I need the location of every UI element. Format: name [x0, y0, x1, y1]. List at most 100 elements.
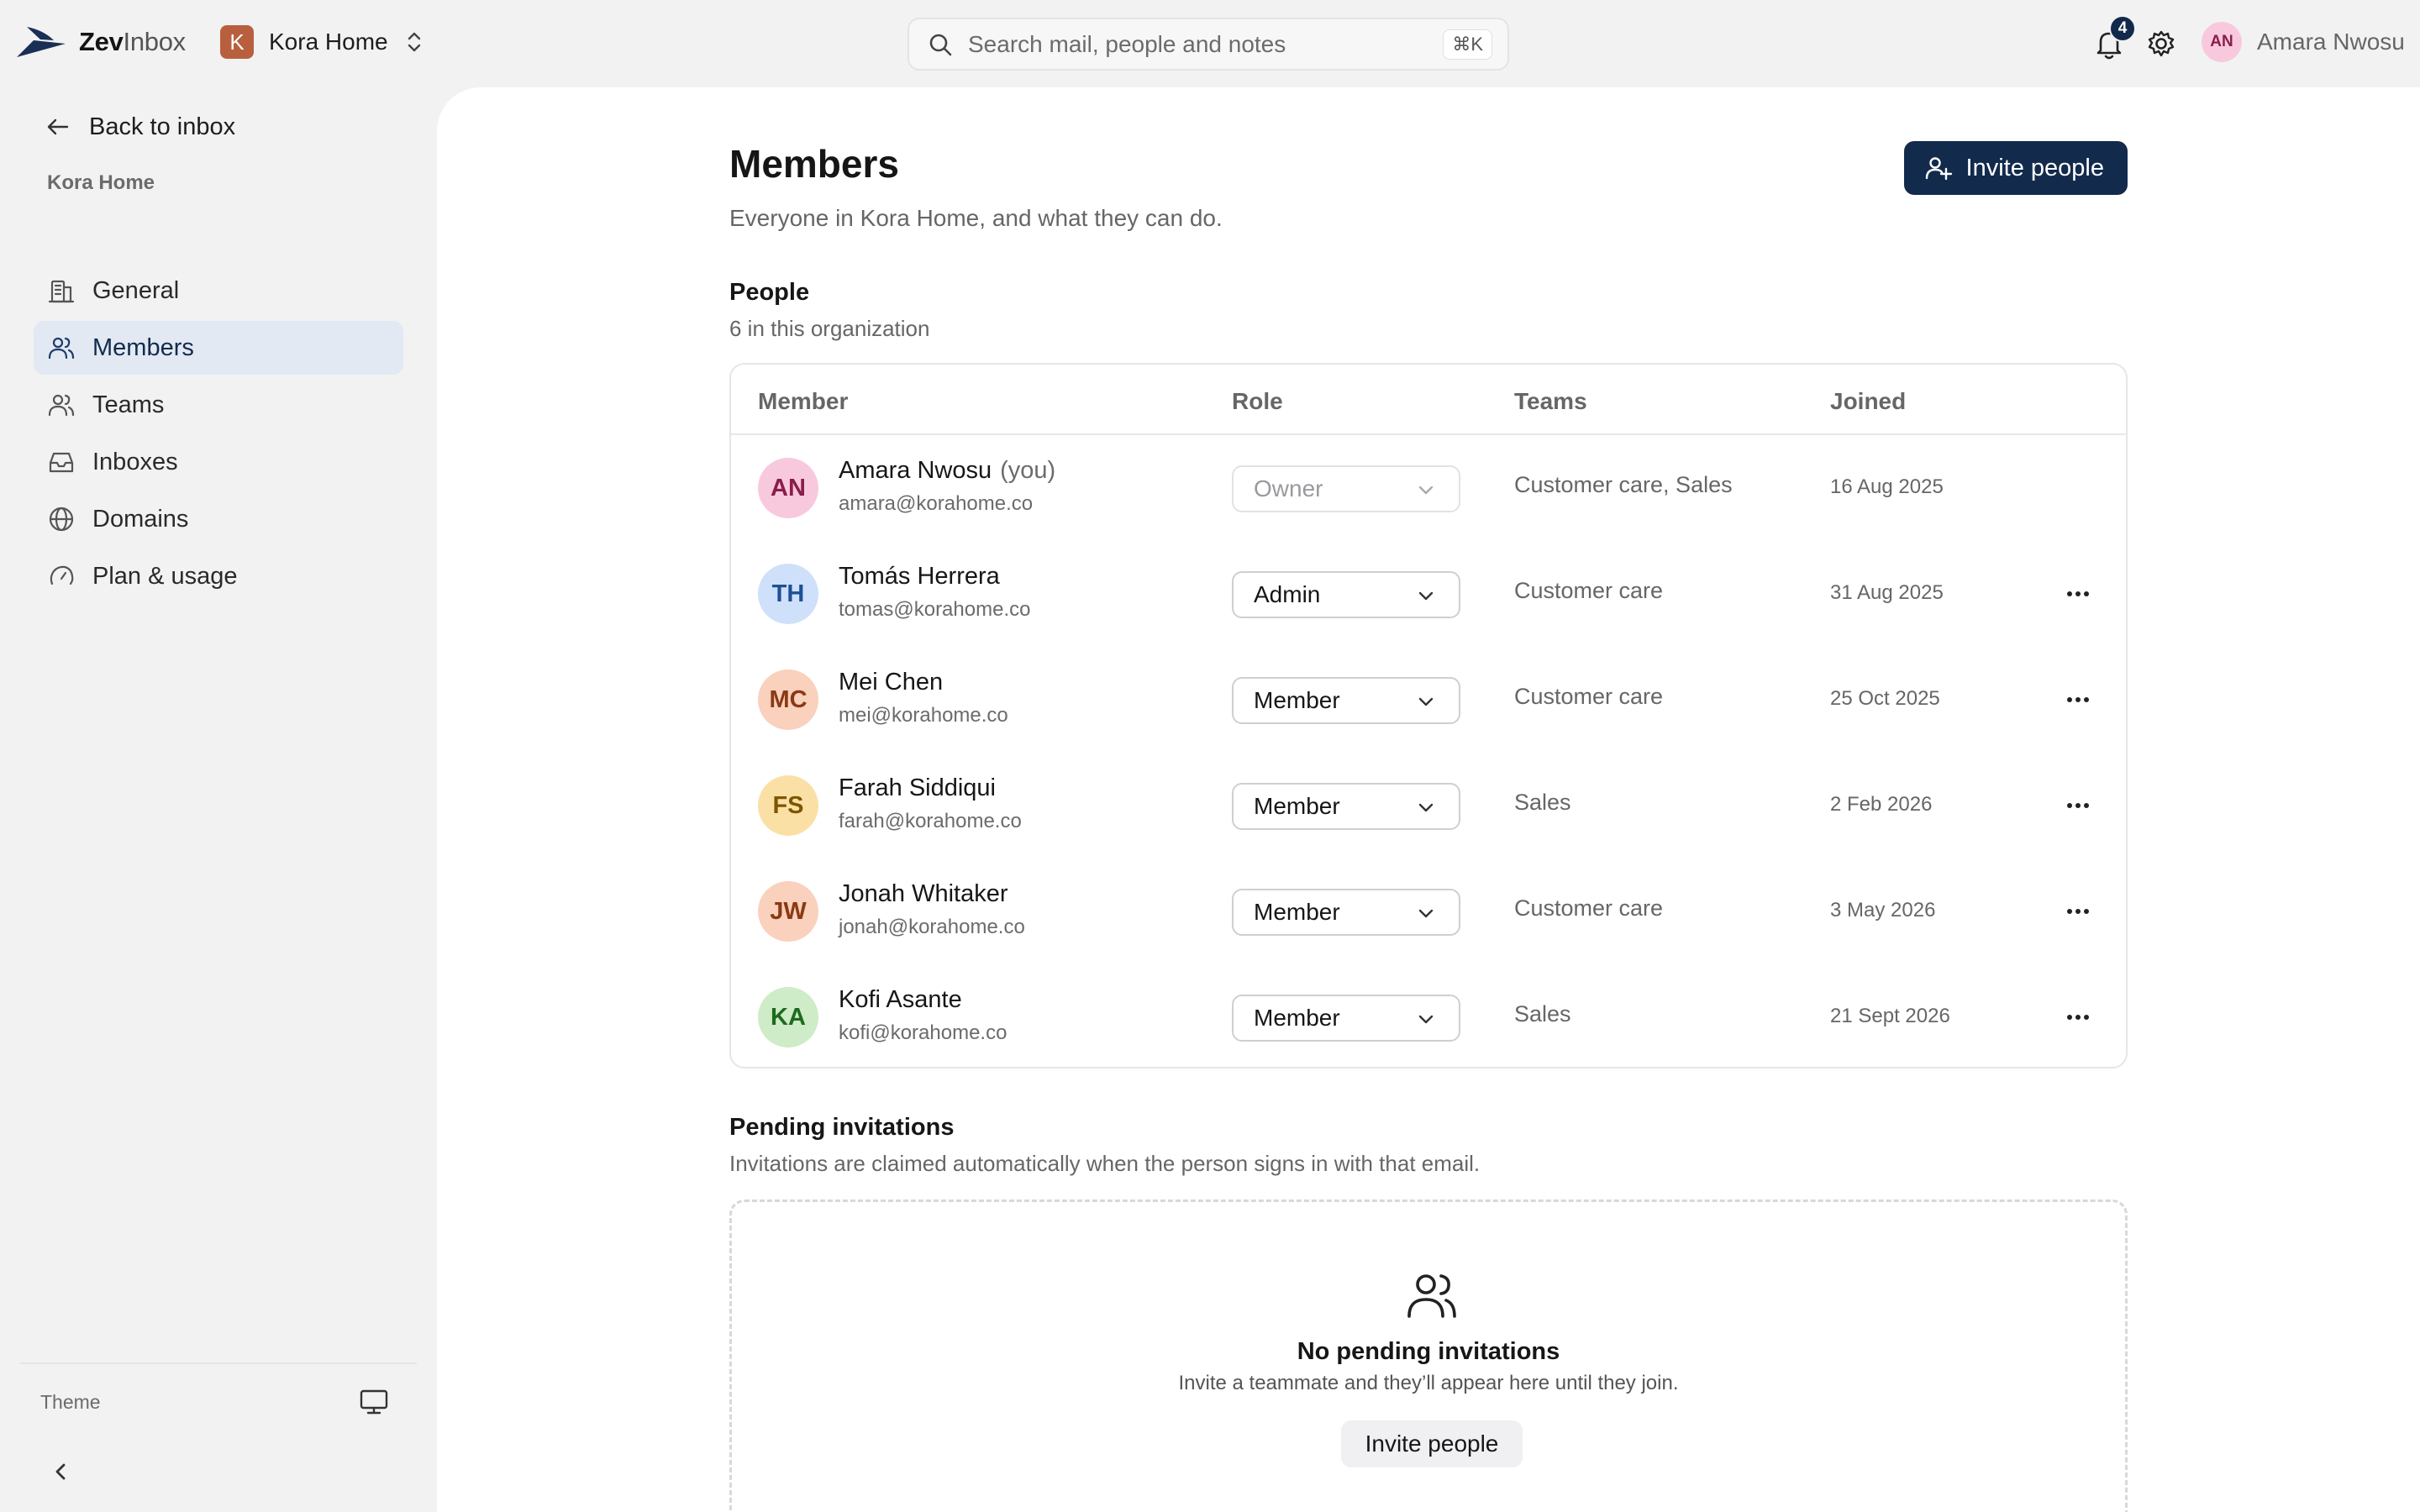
chevron-down-icon	[1418, 909, 1434, 918]
page-subtitle: Everyone in Kora Home, and what they can…	[729, 205, 1223, 231]
brand-name: ZevInbox	[79, 27, 186, 56]
column-header-teams: Teams	[1514, 388, 1587, 414]
role-value: Admin	[1254, 581, 1321, 607]
user-plus-icon	[1925, 157, 1952, 181]
table-row: FS Farah Siddiqui farah@korahome.co Memb…	[731, 753, 2126, 858]
chevron-left-icon[interactable]	[49, 1457, 72, 1487]
member-joined: 16 Aug 2025	[1830, 475, 1944, 498]
search-bar[interactable]: Search mail, people and notes ⌘K	[908, 18, 1509, 71]
member-name: Farah Siddiqui	[839, 774, 996, 801]
chevron-down-icon	[1418, 697, 1434, 706]
member-name: Jonah Whitaker	[839, 880, 1008, 907]
member-email: farah@korahome.co	[839, 810, 1022, 832]
pending-section-subtitle: Invitations are claimed automatically wh…	[729, 1151, 1481, 1176]
more-options-icon[interactable]	[2064, 899, 2092, 924]
gauge-icon	[50, 565, 74, 585]
member-teams: Customer care	[1514, 684, 1664, 709]
sidebar-item-members[interactable]: Members	[34, 321, 403, 375]
member-name: Kofi Asante	[839, 986, 962, 1013]
user-menu[interactable]: AN Amara Nwosu	[2202, 22, 2405, 62]
more-options-icon[interactable]	[2064, 793, 2092, 818]
invite-button-label: Invite people	[1965, 154, 2104, 181]
column-header-role: Role	[1232, 388, 1283, 414]
member-joined: 21 Sept 2026	[1830, 1005, 1950, 1027]
back-to-inbox-link[interactable]: Back to inbox	[44, 113, 235, 141]
search-input[interactable]: Search mail, people and notes	[968, 31, 1443, 58]
workspace-badge: K	[220, 25, 254, 59]
sidebar-item-label: Domains	[92, 505, 189, 533]
back-label: Back to inbox	[89, 113, 236, 140]
member-email: tomas@korahome.co	[839, 598, 1031, 621]
avatar: JW	[758, 881, 818, 942]
sidebar-item-domains[interactable]: Domains	[34, 492, 403, 546]
monitor-icon[interactable]	[358, 1388, 390, 1416]
member-joined: 31 Aug 2025	[1830, 581, 1944, 604]
sidebar-item-plan-usage[interactable]: Plan & usage	[34, 549, 403, 603]
sidebar-item-label: Plan & usage	[92, 562, 238, 590]
invite-people-button[interactable]: Invite people	[1903, 141, 2128, 195]
sidebar-item-teams[interactable]: Teams	[34, 378, 403, 432]
avatar: MC	[758, 669, 818, 730]
role-select[interactable]: Member	[1232, 889, 1460, 936]
member-email: kofi@korahome.co	[839, 1021, 1007, 1044]
role-select[interactable]: Member	[1232, 677, 1460, 724]
role-value: Member	[1254, 899, 1340, 925]
empty-state-subtitle: Invite a teammate and they’ll appear her…	[1178, 1372, 1679, 1394]
role-select: Owner	[1232, 465, 1460, 512]
brand[interactable]: ZevInbox	[15, 24, 186, 60]
column-header-member: Member	[758, 388, 849, 414]
sidebar-item-label: Members	[92, 333, 194, 361]
more-options-icon[interactable]	[2064, 687, 2092, 712]
sidebar-item-inboxes[interactable]: Inboxes	[34, 435, 403, 489]
avatar: AN	[2202, 22, 2242, 62]
member-joined: 3 May 2026	[1830, 899, 1936, 921]
sidebar-divider	[20, 1362, 417, 1364]
avatar: KA	[758, 987, 818, 1047]
role-value: Member	[1254, 687, 1340, 713]
sidebar-item-label: General	[92, 276, 180, 304]
arrow-left-icon	[47, 118, 69, 135]
sidebar: Back to inbox Kora Home General Members	[0, 87, 437, 1512]
avatar: AN	[758, 458, 818, 518]
role-select[interactable]: Member	[1232, 995, 1460, 1042]
theme-label: Theme	[40, 1391, 101, 1413]
gear-icon[interactable]	[2143, 25, 2180, 62]
table-row: TH Tomás Herrera tomas@korahome.co Admin…	[731, 541, 2126, 647]
member-joined: 25 Oct 2025	[1830, 687, 1940, 710]
chevron-down-icon	[1418, 803, 1434, 812]
chevron-down-icon	[1418, 486, 1434, 495]
member-email: amara@korahome.co	[839, 492, 1034, 515]
sidebar-section-label: Kora Home	[47, 171, 155, 194]
table-row: MC Mei Chen mei@korahome.co Member Custo…	[731, 647, 2126, 753]
member-teams: Sales	[1514, 1001, 1571, 1026]
more-options-icon[interactable]	[2064, 581, 2092, 606]
empty-state-title: No pending invitations	[1297, 1338, 1560, 1365]
role-select[interactable]: Member	[1232, 783, 1460, 830]
sidebar-item-label: Teams	[92, 391, 165, 418]
avatar: TH	[758, 564, 818, 624]
role-value: Member	[1254, 1005, 1340, 1031]
chevron-down-icon	[1418, 1015, 1434, 1024]
notification-badge: 4	[2109, 15, 2136, 42]
you-label: (you)	[1000, 457, 1056, 484]
members-table: Member Role Teams Joined AN Amara Nwosu(…	[729, 363, 2128, 1068]
sidebar-nav: General Members Teams Inboxes Domains Pl…	[34, 264, 403, 606]
column-header-joined: Joined	[1830, 388, 1907, 414]
main-panel: Members Everyone in Kora Home, and what …	[437, 87, 2420, 1512]
more-options-icon[interactable]	[2064, 1005, 2092, 1030]
member-teams: Sales	[1514, 790, 1571, 815]
search-icon	[929, 34, 952, 55]
member-name: Tomás Herrera	[839, 563, 1000, 590]
role-select[interactable]: Admin	[1232, 571, 1460, 618]
table-row: KA Kofi Asante kofi@korahome.co Member S…	[731, 964, 2126, 1070]
table-row: JW Jonah Whitaker jonah@korahome.co Memb…	[731, 858, 2126, 964]
member-name: Mei Chen	[839, 669, 944, 696]
empty-state-invite-button[interactable]: Invite people	[1341, 1420, 1523, 1467]
page-title: Members	[729, 142, 899, 186]
role-value: Member	[1254, 793, 1340, 819]
workspace-switcher[interactable]: K Kora Home	[220, 25, 424, 59]
sidebar-item-general[interactable]: General	[34, 264, 403, 318]
inbox-icon	[49, 452, 74, 473]
role-value: Owner	[1254, 475, 1323, 501]
chevron-down-icon	[1418, 591, 1434, 601]
